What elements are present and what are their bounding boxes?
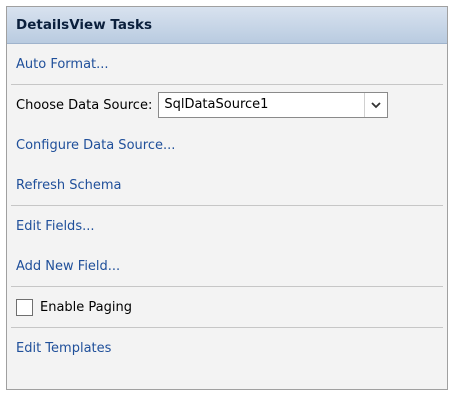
enable-paging-row: Enable Paging (7, 287, 447, 327)
refresh-schema-link[interactable]: Refresh Schema (16, 178, 122, 193)
choose-data-source-row: Choose Data Source: SqlDataSource1 (7, 85, 447, 125)
auto-format-link[interactable]: Auto Format... (16, 57, 109, 72)
auto-format-row: Auto Format... (7, 44, 447, 84)
choose-data-source-label: Choose Data Source: (16, 97, 153, 113)
edit-fields-link[interactable]: Edit Fields... (16, 219, 94, 234)
chevron-down-icon (371, 101, 381, 108)
edit-fields-row: Edit Fields... (7, 206, 447, 246)
configure-data-source-link[interactable]: Configure Data Source... (16, 138, 175, 153)
edit-templates-link[interactable]: Edit Templates (16, 341, 111, 356)
enable-paging-label[interactable]: Enable Paging (40, 300, 132, 315)
panel-title: DetailsView Tasks (7, 7, 447, 44)
add-new-field-link[interactable]: Add New Field... (16, 259, 120, 274)
add-new-field-row: Add New Field... (7, 246, 447, 286)
data-source-selected-value: SqlDataSource1 (164, 97, 269, 112)
edit-templates-row: Edit Templates (7, 328, 447, 368)
enable-paging-checkbox[interactable] (16, 298, 33, 316)
configure-data-source-row: Configure Data Source... (7, 125, 447, 165)
dropdown-arrow-button[interactable] (364, 93, 388, 117)
refresh-schema-row: Refresh Schema (7, 165, 447, 205)
data-source-dropdown[interactable]: SqlDataSource1 (158, 92, 389, 118)
details-view-tasks-panel: DetailsView Tasks Auto Format... Choose … (6, 6, 448, 390)
